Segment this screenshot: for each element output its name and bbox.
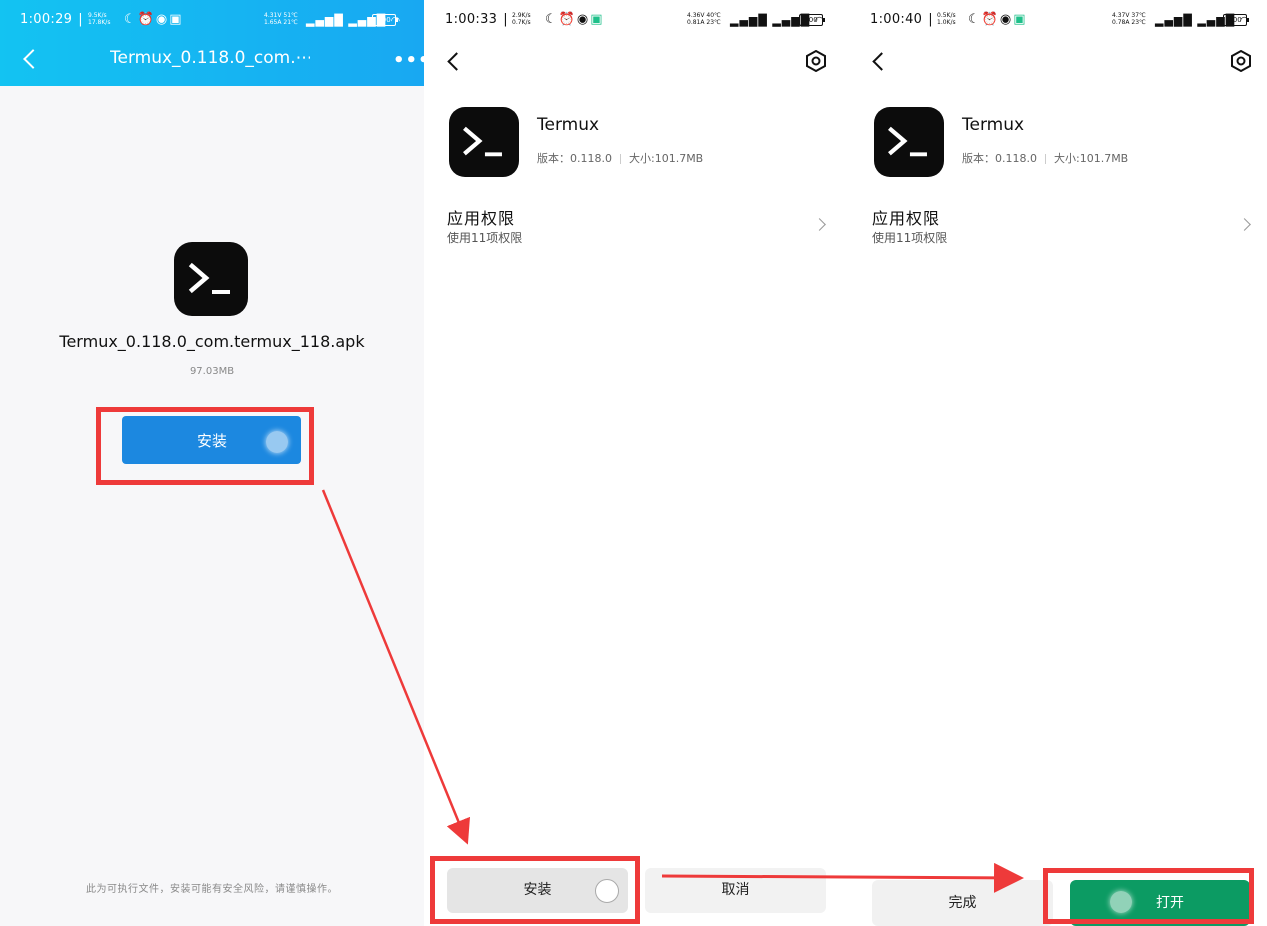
- status-icons: ☾⏰◉▣: [124, 12, 183, 27]
- installer-panel-confirm: 1:00:33 | 2.9K/s 0.7K/s ☾⏰◉▣ 4.36V 40℃ 0.81…: [425, 0, 845, 926]
- security-warning: 此为可执行文件，安装可能有安全风险，请谨慎操作。: [86, 884, 338, 895]
- alarm-icon: ⏰: [558, 12, 577, 27]
- battery-icon: 100: [1223, 14, 1249, 26]
- battery-icon: 100: [799, 14, 825, 26]
- alarm-icon: ⏰: [137, 12, 156, 27]
- moon-icon: ☾: [124, 12, 138, 27]
- battery-icon: 100: [372, 14, 398, 26]
- chevron-right-icon[interactable]: [1238, 218, 1251, 231]
- status-net-speed: 9.5K/s 17.8K/s: [88, 12, 111, 26]
- app-meta: 版本：0.118.0 大小:101.7MB: [537, 150, 703, 166]
- termux-app-icon: [174, 242, 248, 316]
- status-volt: 4.36V 40℃ 0.81A 23℃: [687, 12, 721, 26]
- status-volt: 4.37V 37℃ 0.78A 23℃: [1112, 12, 1146, 26]
- cancel-button-label: 取消: [721, 882, 750, 898]
- back-icon[interactable]: [872, 52, 891, 71]
- page-title: Termux_0.118.0_com.⋯: [110, 48, 310, 68]
- qq-icon: ◉: [155, 12, 170, 27]
- app-name: Termux: [537, 115, 600, 135]
- shield-icon: ▣: [590, 12, 605, 27]
- shield-icon: ▣: [169, 12, 184, 27]
- highlight-box-open-step3: [1043, 868, 1254, 924]
- highlight-box-install-step2: [430, 856, 640, 924]
- qq-icon: ◉: [576, 12, 591, 27]
- app-meta: 版本：0.118.0 大小:101.7MB: [962, 150, 1128, 166]
- moon-icon: ☾: [545, 12, 559, 27]
- status-bar: 1:00:29 | 9.5K/s 17.8K/s ☾⏰◉▣ 4.31V 51℃ 1.6…: [20, 12, 402, 27]
- permissions-title[interactable]: 应用权限: [872, 205, 940, 229]
- app-version: 版本：0.118.0: [537, 152, 612, 165]
- chevron-right-icon[interactable]: [813, 218, 826, 231]
- shield-icon: ▣: [1013, 12, 1028, 27]
- app-name: Termux: [962, 115, 1025, 135]
- status-net-speed: 0.5K/s 1.0K/s: [937, 12, 956, 26]
- app-size: 大小:101.7MB: [629, 152, 704, 165]
- status-volt: 4.31V 51℃ 1.65A 21℃: [264, 12, 298, 26]
- back-icon[interactable]: [447, 52, 466, 71]
- status-icons: ☾⏰◉▣: [968, 12, 1027, 27]
- status-bar: 1:00:33 | 2.9K/s 0.7K/s ☾⏰◉▣ 4.36V 40℃ 0.81…: [445, 12, 826, 27]
- termux-app-icon: [449, 107, 519, 177]
- done-button-label: 完成: [948, 895, 977, 911]
- more-icon[interactable]: •••: [393, 50, 424, 71]
- termux-app-icon: [874, 107, 944, 177]
- settings-icon[interactable]: [1230, 50, 1252, 72]
- back-icon[interactable]: [23, 49, 43, 69]
- alarm-icon: ⏰: [981, 12, 1000, 27]
- cancel-button[interactable]: 取消: [645, 868, 826, 913]
- status-icons: ☾⏰◉▣: [545, 12, 604, 27]
- status-bar: 1:00:40 | 0.5K/s 1.0K/s ☾⏰◉▣ 4.37V 37℃ 0.78…: [870, 12, 1251, 27]
- moon-icon: ☾: [968, 12, 982, 27]
- file-name: Termux_0.118.0_com.termux_118.apk: [59, 332, 365, 351]
- app-size: 大小:101.7MB: [1054, 152, 1129, 165]
- highlight-box-install-step1: [96, 407, 314, 485]
- done-button[interactable]: 完成: [872, 880, 1053, 926]
- installer-panel-finished: 1:00:40 | 0.5K/s 1.0K/s ☾⏰◉▣ 4.37V 37℃ 0.78…: [850, 0, 1267, 926]
- file-size: 97.03MB: [189, 366, 235, 377]
- header-bar: 1:00:29 | 9.5K/s 17.8K/s ☾⏰◉▣ 4.31V 51℃ 1.6…: [0, 0, 424, 86]
- permissions-title[interactable]: 应用权限: [447, 205, 515, 229]
- app-version: 版本：0.118.0: [962, 152, 1037, 165]
- qq-icon: ◉: [999, 12, 1014, 27]
- status-time: 1:00:29: [20, 12, 73, 27]
- status-net-speed: 2.9K/s 0.7K/s: [512, 12, 531, 26]
- permissions-summary: 使用11项权限: [447, 231, 523, 245]
- status-time: 1:00:33: [445, 12, 498, 27]
- permissions-summary: 使用11项权限: [872, 231, 948, 245]
- settings-icon[interactable]: [805, 50, 827, 72]
- status-time: 1:00:40: [870, 12, 923, 27]
